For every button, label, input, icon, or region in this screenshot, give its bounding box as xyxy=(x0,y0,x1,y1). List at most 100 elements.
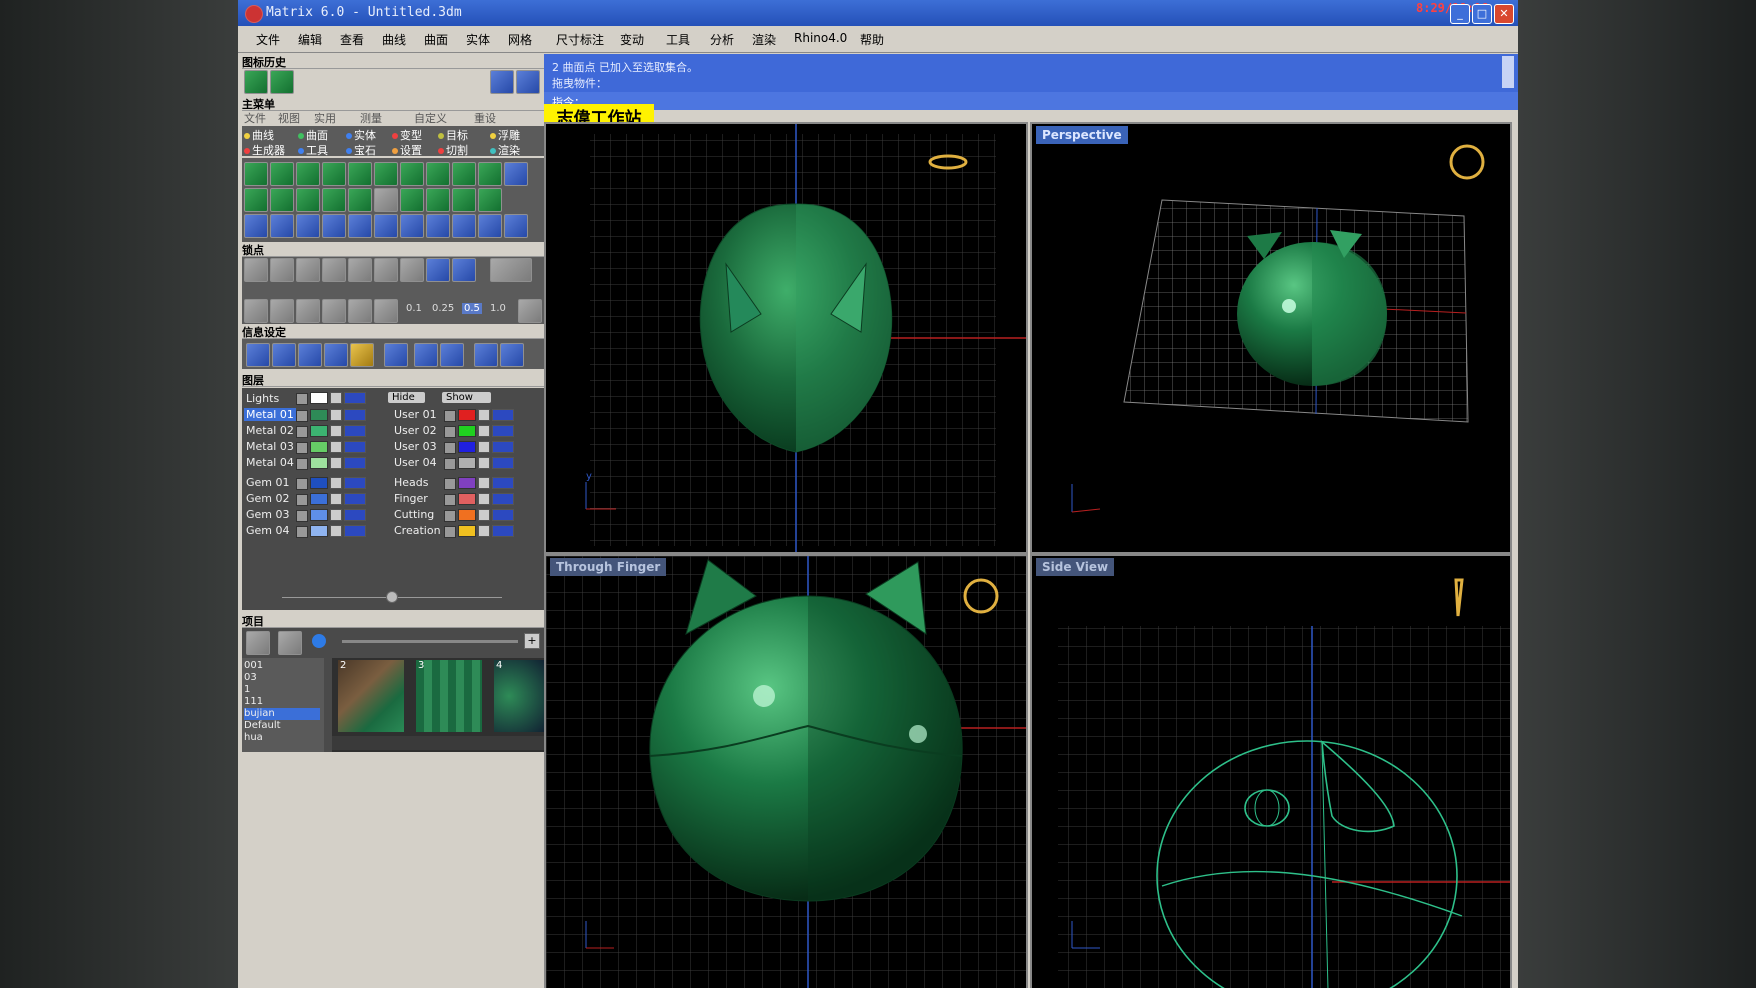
surface-tool-icon[interactable] xyxy=(400,188,424,212)
settings-icon[interactable] xyxy=(384,343,408,367)
layer-row[interactable]: Metal 01 xyxy=(244,408,384,422)
pen-icon[interactable] xyxy=(324,343,348,367)
layer-expand-icon[interactable] xyxy=(296,458,308,470)
visibility-icon[interactable] xyxy=(344,392,366,404)
surface-tool-icon[interactable] xyxy=(322,162,346,186)
lock-icon[interactable] xyxy=(478,409,490,421)
category-surface[interactable]: 曲面 xyxy=(298,127,328,143)
layer-expand-icon[interactable] xyxy=(444,410,456,422)
layer-row[interactable]: Metal 04 xyxy=(244,456,384,470)
menu-render[interactable]: 渲染 xyxy=(752,31,776,48)
category-solid[interactable]: 实体 xyxy=(346,127,376,143)
globe-tool-icon[interactable] xyxy=(504,214,528,238)
collapse-icon[interactable] xyxy=(386,591,398,603)
visibility-icon[interactable] xyxy=(492,525,514,537)
add-item-button[interactable]: + xyxy=(524,633,540,649)
visibility-icon[interactable] xyxy=(492,509,514,521)
surface-tool-icon[interactable] xyxy=(296,162,320,186)
gumball-icon[interactable] xyxy=(322,299,346,323)
tab-reset[interactable]: 重设 xyxy=(474,110,496,126)
project-list-item[interactable]: hua xyxy=(244,732,320,744)
layer-color-swatch[interactable] xyxy=(458,477,476,489)
category-render[interactable]: 渲染 xyxy=(490,142,520,158)
project-list-item[interactable]: 001 xyxy=(244,660,320,672)
menu-view[interactable]: 查看 xyxy=(340,31,364,48)
layer-color-swatch[interactable] xyxy=(310,493,328,505)
layer-color-swatch[interactable] xyxy=(458,441,476,453)
show-button[interactable]: Show xyxy=(442,392,491,403)
tab-custom[interactable]: 自定义 xyxy=(414,110,447,126)
lock-icon[interactable] xyxy=(330,493,342,505)
sphere-tool-icon[interactable] xyxy=(374,188,398,212)
layer-color-swatch[interactable] xyxy=(458,493,476,505)
camera-icon[interactable] xyxy=(278,631,302,655)
history-tool-1-icon[interactable] xyxy=(244,70,268,94)
layer-expand-icon[interactable] xyxy=(444,510,456,522)
surface-tool-icon[interactable] xyxy=(426,188,450,212)
snap-value-0[interactable]: 0.1 xyxy=(406,303,422,314)
snap-center-icon[interactable] xyxy=(374,258,398,282)
surface-tool-icon[interactable] xyxy=(296,188,320,212)
layer-expand-icon[interactable] xyxy=(296,410,308,422)
lock-icon[interactable] xyxy=(330,457,342,469)
snap-near-icon[interactable] xyxy=(270,258,294,282)
layout-tool-icon[interactable] xyxy=(504,162,528,186)
menu-tools[interactable]: 工具 xyxy=(666,31,690,48)
surface-tool-icon[interactable] xyxy=(452,162,476,186)
category-tools[interactable]: 工具 xyxy=(298,142,328,158)
visibility-icon[interactable] xyxy=(492,409,514,421)
surface-tool-icon[interactable] xyxy=(452,188,476,212)
thumbnail-image[interactable] xyxy=(338,660,404,732)
lock-icon[interactable] xyxy=(478,493,490,505)
lock-icon[interactable] xyxy=(478,441,490,453)
category-relief[interactable]: 浮雕 xyxy=(490,127,520,143)
transform-tool-icon[interactable] xyxy=(296,214,320,238)
category-target[interactable]: 目标 xyxy=(438,127,468,143)
visibility-icon[interactable] xyxy=(344,493,366,505)
surface-tool-icon[interactable] xyxy=(374,162,398,186)
surface-tool-icon[interactable] xyxy=(478,162,502,186)
menu-transform[interactable]: 变动 xyxy=(620,31,644,48)
visibility-icon[interactable] xyxy=(492,441,514,453)
smarttrack-icon[interactable] xyxy=(348,299,372,323)
surface-tool-icon[interactable] xyxy=(270,188,294,212)
surface-tool-icon[interactable] xyxy=(348,188,372,212)
layer-color-swatch[interactable] xyxy=(310,525,328,537)
project-list-item[interactable]: Default xyxy=(244,720,320,732)
snap-options-icon[interactable] xyxy=(518,299,542,323)
tab-measure[interactable]: 测量 xyxy=(360,110,382,126)
project-list-item[interactable]: 03 xyxy=(244,672,320,684)
viewport-side[interactable]: Side View xyxy=(1030,554,1512,988)
layer-color-swatch[interactable] xyxy=(310,392,328,404)
layer-expand-icon[interactable] xyxy=(444,494,456,506)
snap-value-3[interactable]: 1.0 xyxy=(490,303,506,314)
menu-dimension[interactable]: 尺寸标注 xyxy=(556,31,604,48)
layout-icon[interactable] xyxy=(414,343,438,367)
layer-color-swatch[interactable] xyxy=(458,457,476,469)
transform-tool-icon[interactable] xyxy=(322,214,346,238)
category-builder[interactable]: 生成器 xyxy=(244,142,285,158)
ortho-icon[interactable] xyxy=(296,299,320,323)
visibility-icon[interactable] xyxy=(344,425,366,437)
layer-expand-icon[interactable] xyxy=(444,526,456,538)
array-tool-icon[interactable] xyxy=(426,214,450,238)
viewport-side-label[interactable]: Side View xyxy=(1036,558,1115,576)
layer-row[interactable]: Metal 02 xyxy=(244,424,384,438)
lock-icon[interactable] xyxy=(330,525,342,537)
surface-tool-icon[interactable] xyxy=(270,162,294,186)
layer-color-swatch[interactable] xyxy=(310,409,328,421)
menu-surface[interactable]: 曲面 xyxy=(424,31,448,48)
viewport-perspective[interactable]: Perspective xyxy=(1030,122,1512,554)
transform-tool-icon[interactable] xyxy=(244,214,268,238)
close-button[interactable]: ✕ xyxy=(1494,4,1514,24)
hide-button[interactable]: Hide xyxy=(388,392,425,403)
visibility-icon[interactable] xyxy=(492,425,514,437)
command-input-row[interactable]: 指令： xyxy=(544,92,1518,110)
layer-row[interactable]: Gem 03 xyxy=(244,508,384,522)
layer-color-swatch[interactable] xyxy=(458,409,476,421)
menu-mesh[interactable]: 网格 xyxy=(508,31,532,48)
layer-row[interactable]: User 02 xyxy=(392,424,532,438)
snap-quad-icon[interactable] xyxy=(400,258,424,282)
lock-icon[interactable] xyxy=(330,409,342,421)
layer-row[interactable]: Metal 03 xyxy=(244,440,384,454)
